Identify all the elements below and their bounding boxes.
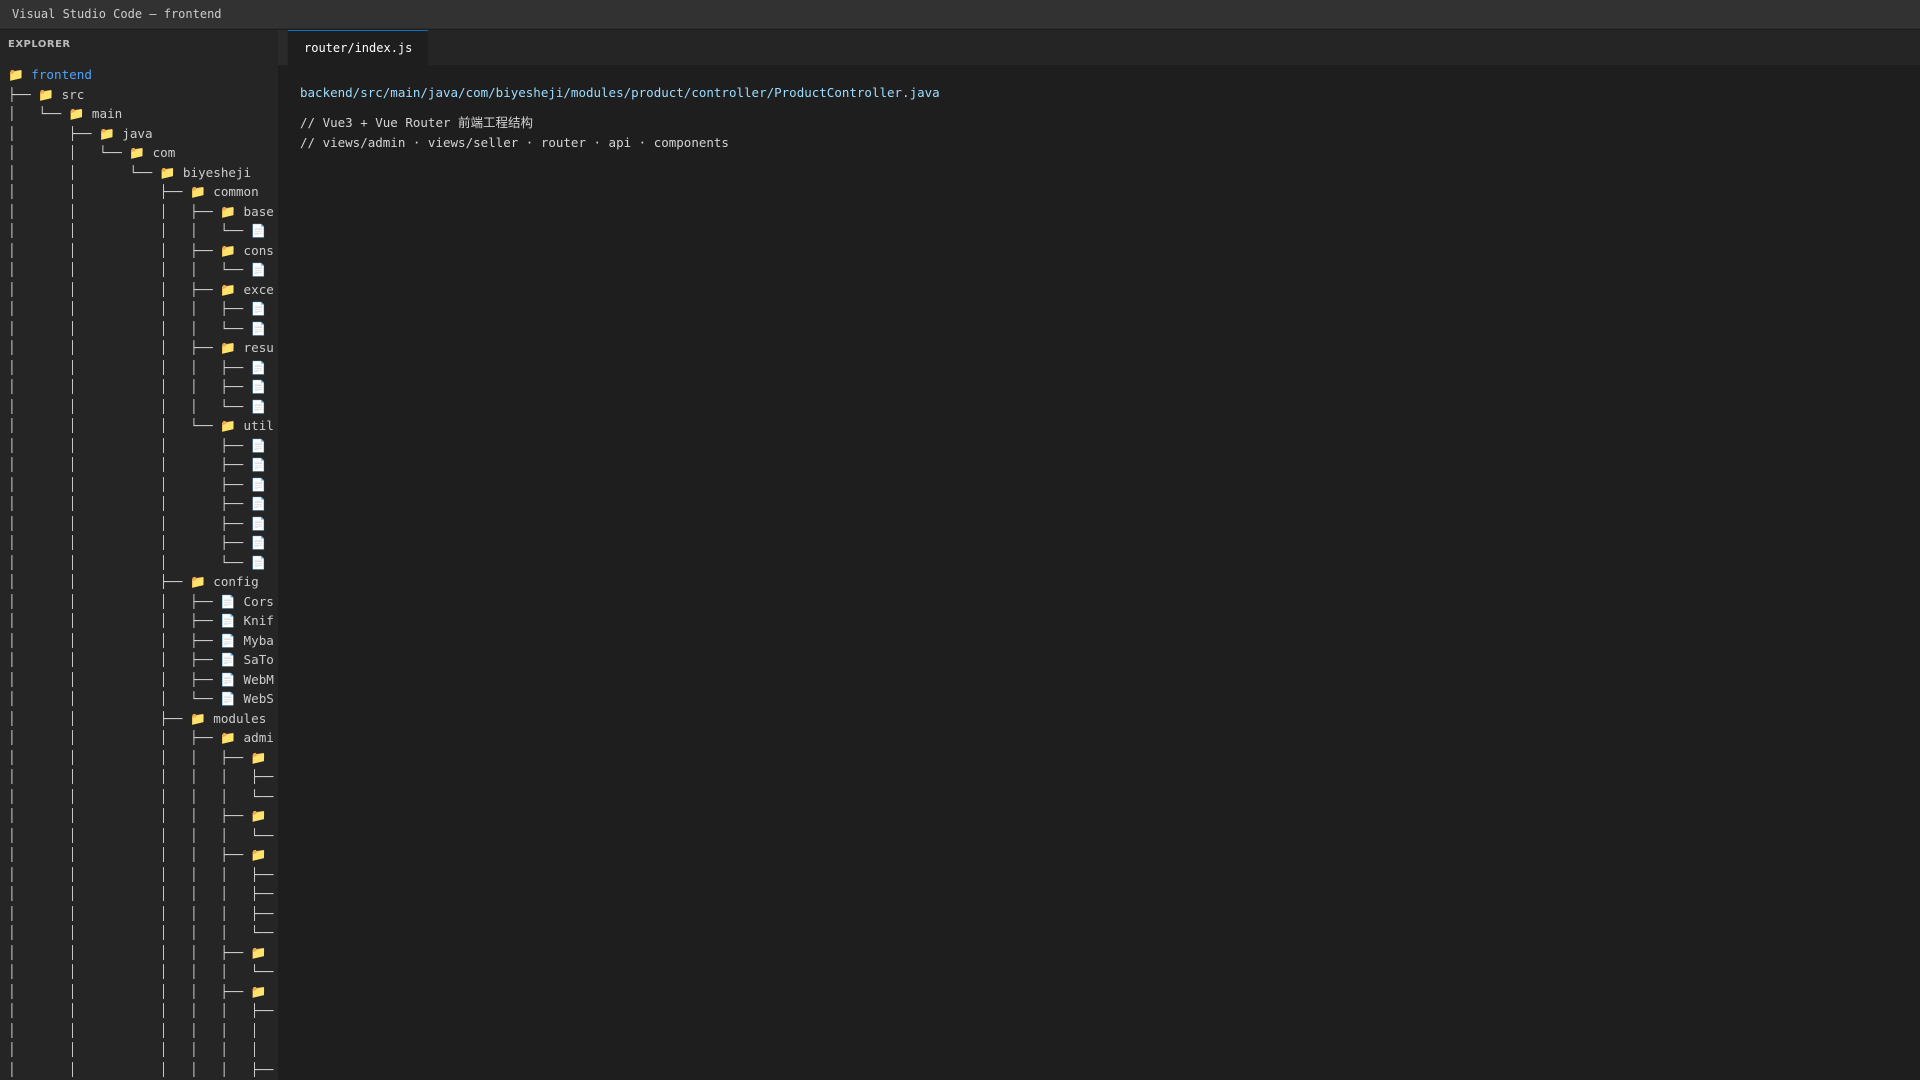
tree-item[interactable]: │ │ │ │ ├── 📁: [8, 982, 274, 1002]
tree-item[interactable]: │ │ ├── 📁 common: [8, 182, 274, 202]
tree-item[interactable]: │ │ │ ├── 📁 admi: [8, 728, 274, 748]
file-path-line: backend/src/main/java/com/biyesheji/modu…: [300, 85, 940, 100]
tree-item[interactable]: │ ├── 📁 java: [8, 124, 274, 144]
editor-content[interactable]: backend/src/main/java/com/biyesheji/modu…: [300, 83, 940, 153]
tree-item[interactable]: │ │ │ │ ├── 📄: [8, 299, 274, 319]
tab-bar-gutter: [278, 30, 287, 65]
tree-item[interactable]: │ │ │ │ │ └──: [8, 787, 274, 807]
window-title: Visual Studio Code — frontend: [0, 0, 1920, 29]
tree-item[interactable]: │ │ │ │ │ ├──: [8, 904, 274, 924]
tree-item[interactable]: │ │ └── 📁 com: [8, 143, 274, 163]
explorer-sidebar: EXPLORER 📁 frontend ├── 📁 src │ └── 📁 main…: [0, 30, 278, 1080]
tree-item[interactable]: │ │ │ └── 📄: [8, 553, 274, 573]
tree-item[interactable]: │ │ ├── 📁 modules: [8, 709, 274, 729]
tree-item[interactable]: │ │ │ │ ├── 📄: [8, 358, 274, 378]
tree-item[interactable]: │ │ │ ├── 📄 Knif: [8, 611, 274, 631]
tree-item[interactable]: │ │ │ │ ├── 📁: [8, 943, 274, 963]
code-line: // views/admin · views/seller · router ·…: [300, 135, 729, 150]
tree-item[interactable]: │ │ │ │ └── 📄: [8, 397, 274, 417]
tree-item[interactable]: │ │ │ │ ├── 📁: [8, 806, 274, 826]
tab-router-index[interactable]: router/index.js: [288, 30, 429, 65]
explorer-header: EXPLORER: [8, 39, 71, 50]
tree-item[interactable]: │ │ │ │ └── 📄: [8, 260, 274, 280]
tree-item[interactable]: │ │ │ │ │ ├──: [8, 1001, 274, 1021]
tree-item[interactable]: │ │ │ │ │ └──: [8, 826, 274, 846]
code-line: // Vue3 + Vue Router 前端工程结构: [300, 115, 534, 130]
tree-item[interactable]: │ │ │ │ │ ├──: [8, 1060, 274, 1080]
tree-item[interactable]: │ │ │ │ └── 📄: [8, 221, 274, 241]
tree-item[interactable]: │ │ │ │ │ ├──: [8, 865, 274, 885]
tree-item[interactable]: │ │ │ │ │ │: [8, 1021, 274, 1041]
tree-item[interactable]: │ │ │ │ ├── 📁: [8, 845, 274, 865]
tree-item[interactable]: │ │ │ ├── 📄: [8, 455, 274, 475]
tree-item[interactable]: │ │ │ ├── 📄: [8, 475, 274, 495]
tree-item[interactable]: │ │ │ ├── 📄: [8, 533, 274, 553]
tree-item[interactable]: │ │ │ │ │ ├──: [8, 884, 274, 904]
tree-item[interactable]: │ │ │ ├── 📄 WebM: [8, 670, 274, 690]
tree-item[interactable]: │ └── 📁 main: [8, 104, 274, 124]
tree-item[interactable]: │ │ │ │ ├── 📄: [8, 377, 274, 397]
tree-item[interactable]: │ │ │ │ │ └──: [8, 962, 274, 982]
tree-item[interactable]: │ │ │ └── 📄 WebS: [8, 689, 274, 709]
tree-item[interactable]: │ │ │ ├── 📄 Cors: [8, 592, 274, 612]
tree-item[interactable]: ├── 📁 src: [8, 85, 274, 105]
tree-item[interactable]: │ │ │ └── 📁 util: [8, 416, 274, 436]
tab-bar: router/index.js: [278, 30, 1920, 65]
tree-item-root-folder[interactable]: 📁 frontend: [8, 65, 274, 85]
tree-item[interactable]: │ │ │ ├── 📄: [8, 514, 274, 534]
tree-item[interactable]: │ │ │ │ └── 📄: [8, 319, 274, 339]
tree-item[interactable]: │ │ │ │ │ ├──: [8, 767, 274, 787]
tree-item[interactable]: │ │ └── 📁 biyesheji: [8, 163, 274, 183]
tree-item[interactable]: │ │ │ ├── 📁 cons: [8, 241, 274, 261]
tree-item[interactable]: │ │ │ ├── 📁 resu: [8, 338, 274, 358]
tree-item[interactable]: │ │ │ ├── 📄 Myba: [8, 631, 274, 651]
file-tree: 📁 frontend ├── 📁 src │ └── 📁 main │ ├── 📁 j…: [8, 65, 274, 1079]
editor-area: router/index.js backend/src/main/java/co…: [278, 30, 1920, 1080]
tree-item[interactable]: │ │ │ │ │ │: [8, 1040, 274, 1060]
tree-item[interactable]: │ │ │ │ ├── 📁: [8, 748, 274, 768]
tree-item[interactable]: │ │ │ ├── 📄: [8, 436, 274, 456]
tree-item[interactable]: │ │ │ │ │ └──: [8, 923, 274, 943]
tree-item[interactable]: │ │ │ ├── 📁 base: [8, 202, 274, 222]
tree-item[interactable]: │ │ │ ├── 📄: [8, 494, 274, 514]
tree-item[interactable]: │ │ │ ├── 📄 SaTo: [8, 650, 274, 670]
tree-item[interactable]: │ │ ├── 📁 config: [8, 572, 274, 592]
tree-item[interactable]: │ │ │ ├── 📁 exce: [8, 280, 274, 300]
